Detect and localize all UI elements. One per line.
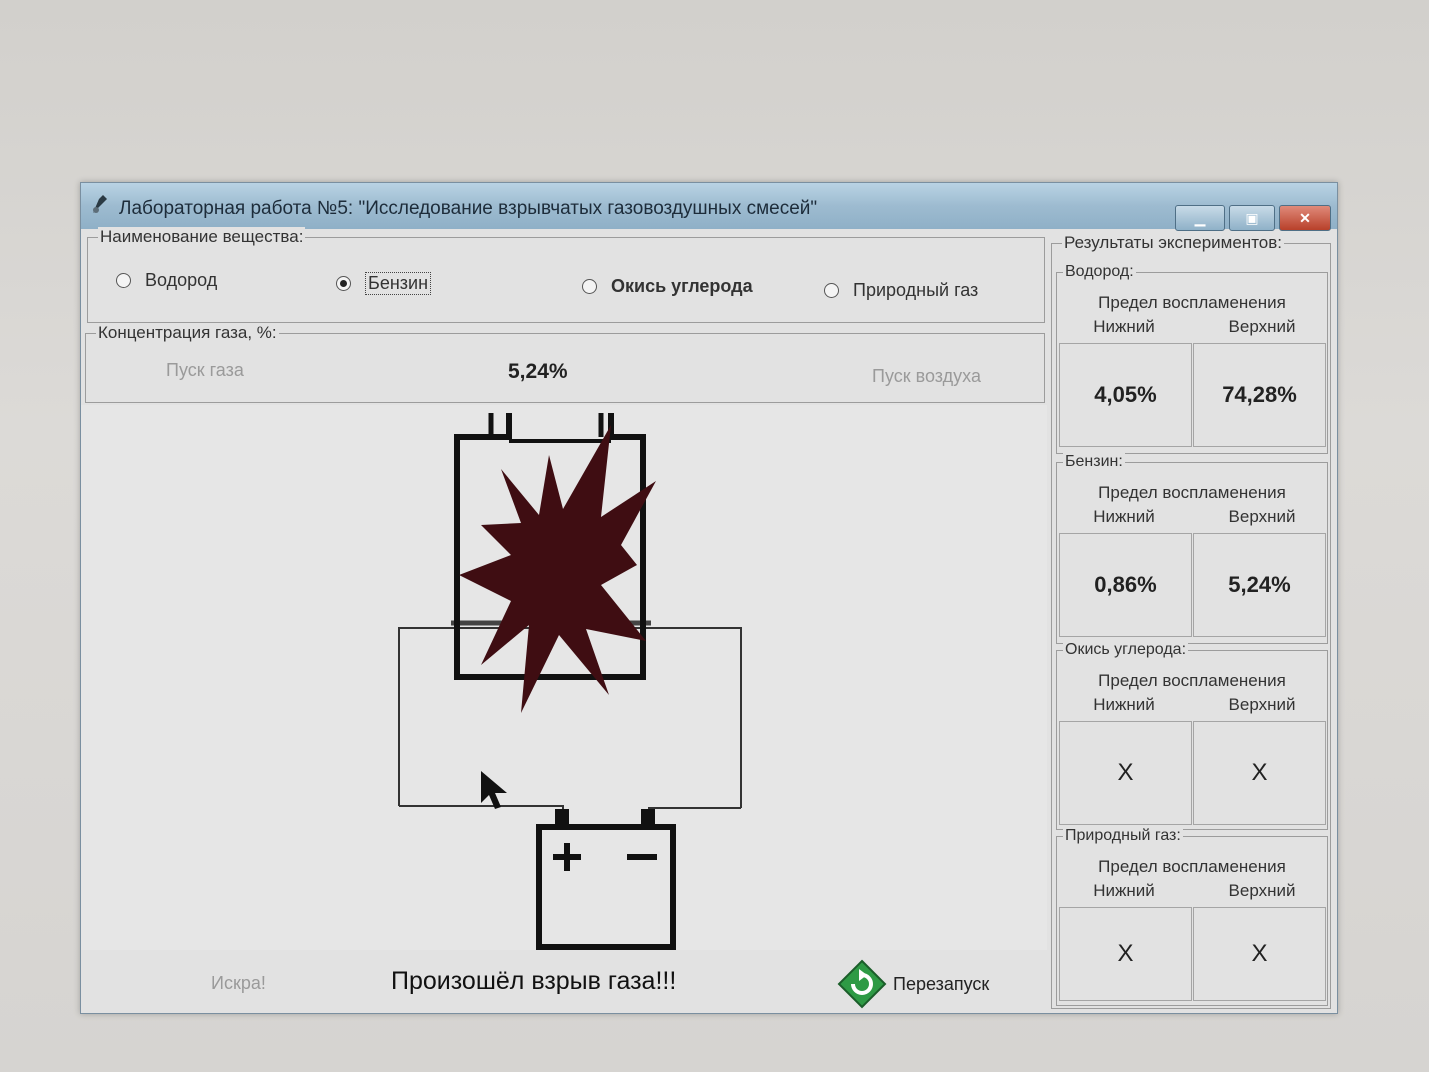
radio-hydrogen[interactable]: Водород bbox=[116, 270, 217, 291]
lower-label: Нижний bbox=[1093, 695, 1155, 714]
minimize-button[interactable]: ▁ bbox=[1175, 205, 1225, 231]
lower-value: 0,86% bbox=[1059, 533, 1192, 637]
upper-value: X bbox=[1193, 907, 1326, 1001]
result-group-name: Природный газ: bbox=[1063, 827, 1183, 845]
close-button[interactable]: ✕ bbox=[1279, 205, 1331, 231]
result-hydrogen: Водород: Предел воспламенения Нижний Вер… bbox=[1056, 263, 1328, 454]
upper-value: 74,28% bbox=[1193, 343, 1326, 447]
results-legend: Результаты экспериментов: bbox=[1062, 233, 1285, 253]
restart-icon bbox=[837, 959, 887, 1009]
concentration-value: 5,24% bbox=[508, 360, 568, 383]
result-natural-gas: Природный газ: Предел воспламенения Нижн… bbox=[1056, 827, 1328, 1006]
restart-button[interactable]: Перезапуск bbox=[837, 959, 989, 1009]
window-title: Лабораторная работа №5: "Исследование вз… bbox=[119, 198, 818, 219]
title-bar[interactable]: Лабораторная работа №5: "Исследование вз… bbox=[81, 183, 1337, 231]
radio-natural-gas[interactable]: Природный газ bbox=[824, 280, 978, 301]
explosion-star bbox=[459, 425, 656, 713]
radio-label: Водород bbox=[145, 270, 218, 290]
result-gasoline: Бензин: Предел воспламенения Нижний Верх… bbox=[1056, 453, 1328, 644]
concentration-legend: Концентрация газа, %: bbox=[96, 323, 279, 343]
limit-title: Предел воспламенения bbox=[1098, 483, 1286, 502]
result-group-name: Водород: bbox=[1063, 263, 1136, 281]
upper-label: Верхний bbox=[1228, 317, 1296, 336]
radio-gasoline[interactable]: Бензин bbox=[336, 272, 432, 295]
result-group-name: Бензин: bbox=[1063, 453, 1125, 471]
radio-circle-checked bbox=[336, 276, 351, 291]
radio-carbon-monoxide[interactable]: Окись углерода bbox=[582, 276, 753, 297]
concentration-group: Концентрация газа, %: Пуск газа 5,24% Пу… bbox=[85, 323, 1045, 403]
radio-circle bbox=[582, 279, 597, 294]
substance-group: Наименование вещества: Водород Бензин Ок… bbox=[87, 227, 1045, 323]
result-carbon-monoxide: Окись углерода: Предел воспламенения Ниж… bbox=[1056, 641, 1328, 830]
lower-label: Нижний bbox=[1093, 317, 1155, 336]
limit-title: Предел воспламенения bbox=[1098, 671, 1286, 690]
radio-circle bbox=[116, 273, 131, 288]
limit-title: Предел воспламенения bbox=[1098, 293, 1286, 312]
lower-value: X bbox=[1059, 907, 1192, 1001]
battery bbox=[536, 809, 676, 950]
status-message: Произошёл взрыв газа!!! bbox=[391, 967, 677, 995]
lower-value: X bbox=[1059, 721, 1192, 825]
upper-label: Верхний bbox=[1228, 881, 1296, 900]
background-text bbox=[585, 0, 589, 8]
lower-value: 4,05% bbox=[1059, 343, 1192, 447]
result-group-name: Окись углерода: bbox=[1063, 641, 1189, 659]
radio-label: Окись углерода bbox=[611, 276, 753, 296]
gas-start-button[interactable]: Пуск газа bbox=[166, 360, 244, 381]
air-start-button[interactable]: Пуск воздуха bbox=[872, 366, 981, 387]
radio-circle bbox=[824, 283, 839, 298]
upper-value: 5,24% bbox=[1193, 533, 1326, 637]
upper-value: X bbox=[1193, 721, 1326, 825]
upper-label: Верхний bbox=[1228, 507, 1296, 526]
upper-label: Верхний bbox=[1228, 695, 1296, 714]
lower-label: Нижний bbox=[1093, 881, 1155, 900]
flask-icon bbox=[93, 195, 107, 213]
apparatus-svg bbox=[398, 413, 742, 950]
cursor-icon bbox=[481, 771, 507, 809]
app-window: Лабораторная работа №5: "Исследование вз… bbox=[80, 182, 1338, 1014]
lower-label: Нижний bbox=[1093, 507, 1155, 526]
radio-label: Природный газ bbox=[853, 280, 979, 300]
restart-label: Перезапуск bbox=[893, 973, 990, 994]
limit-title: Предел воспламенения bbox=[1098, 857, 1286, 876]
circuit-wires bbox=[398, 620, 742, 825]
maximize-button[interactable]: ▣ bbox=[1229, 205, 1275, 231]
spark-button[interactable]: Искра! bbox=[211, 973, 266, 994]
radio-label: Бензин bbox=[365, 272, 432, 295]
substance-legend: Наименование вещества: bbox=[98, 227, 306, 247]
results-group: Результаты экспериментов: Водород: Преде… bbox=[1051, 233, 1331, 1009]
experiment-drawing bbox=[81, 405, 1047, 950]
